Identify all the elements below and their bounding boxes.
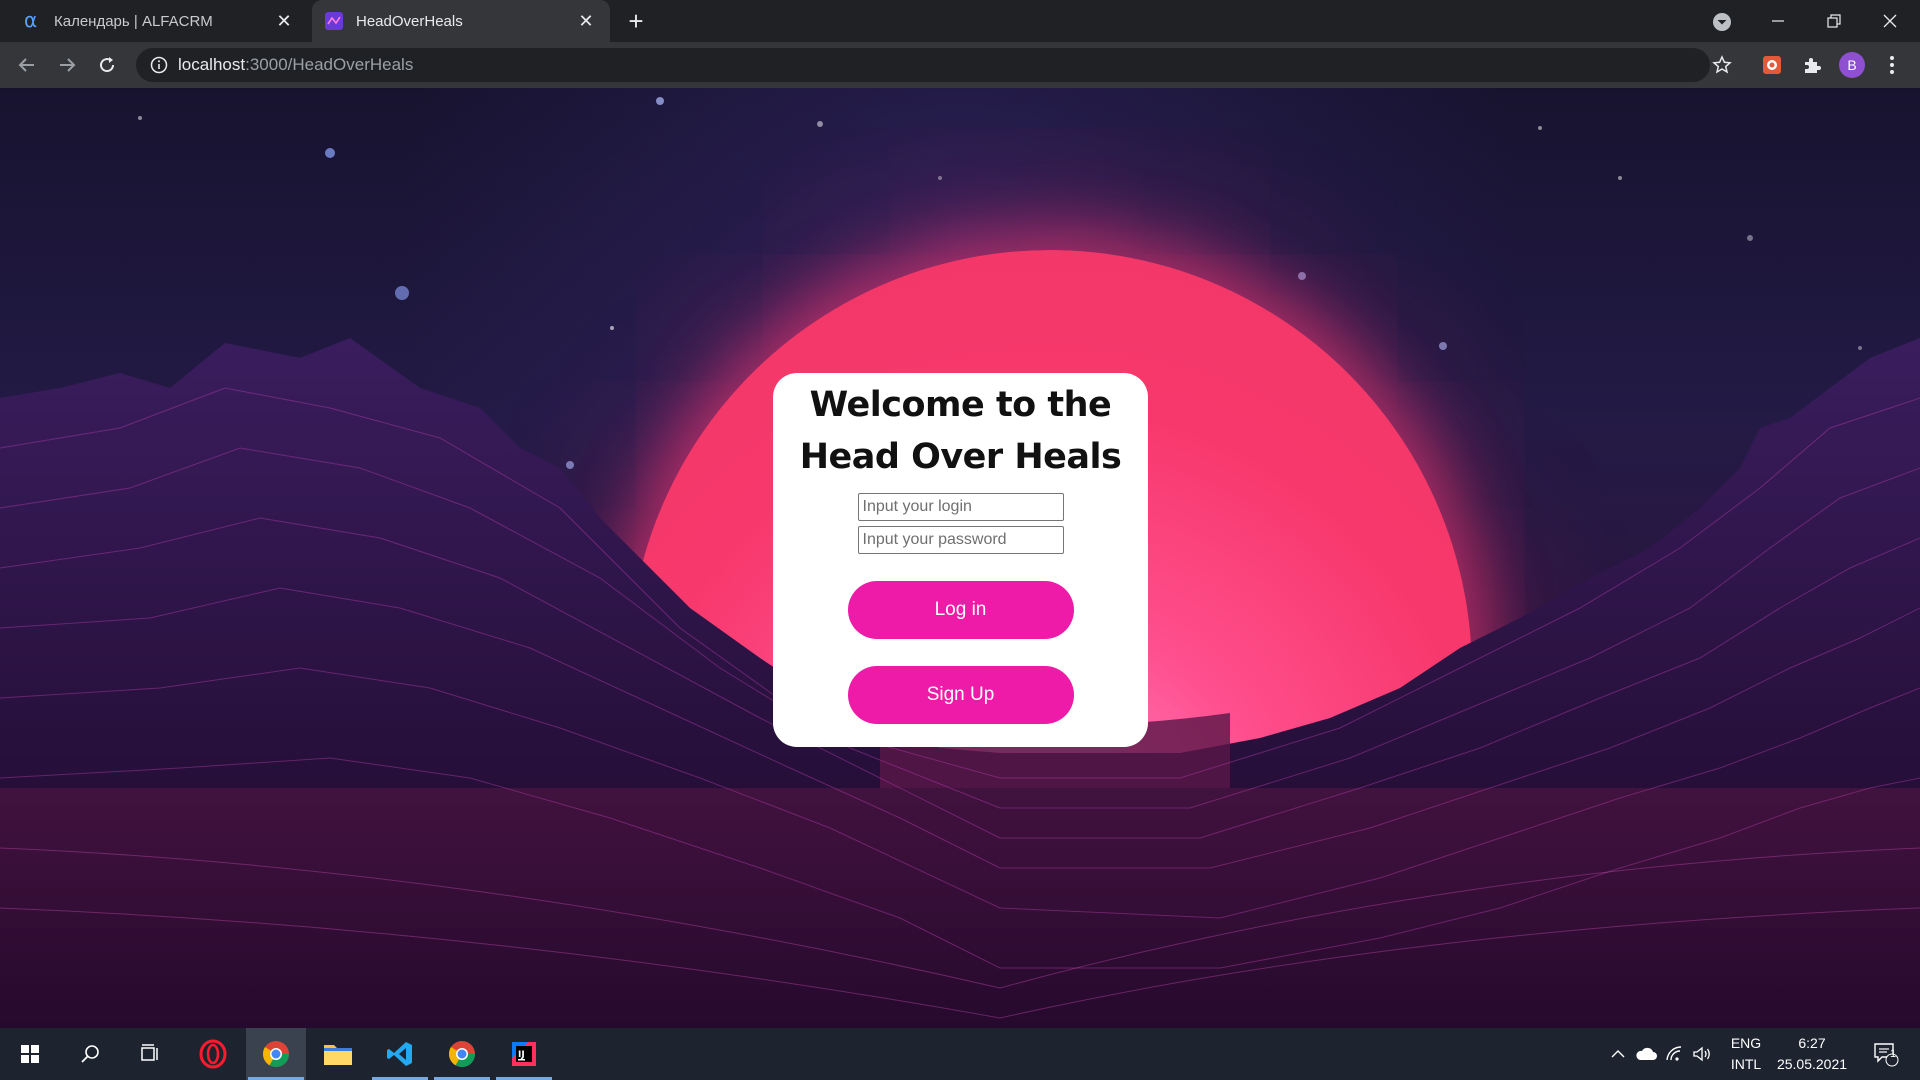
file-explorer-icon[interactable] [308,1028,368,1080]
restore-window-icon[interactable] [1806,0,1862,42]
input-language-indicator[interactable]: ENG INTL [1724,1028,1768,1080]
intellij-idea-icon[interactable]: IJ [494,1028,554,1080]
profile-initial: B [1839,52,1865,78]
url-host: localhost [178,55,246,74]
alfacrm-favicon-icon: α [22,11,42,31]
url-text: localhost:3000/HeadOverHeals [178,55,413,75]
profile-avatar[interactable]: B [1838,51,1866,79]
password-input[interactable] [857,526,1064,554]
notification-count-badge: 1 [1890,1048,1897,1060]
reload-icon[interactable] [93,51,121,79]
svg-text:α: α [24,11,37,31]
tab-headoverheals[interactable]: HeadOverHeals ✕ [312,0,610,42]
browser-toolbar: localhost:3000/HeadOverHeals B [0,42,1920,88]
bookmark-star-icon[interactable] [1708,51,1736,79]
address-bar[interactable]: localhost:3000/HeadOverHeals [136,48,1710,82]
system-clock[interactable]: 6:27 25.05.2021 [1772,1028,1852,1080]
back-arrow-icon[interactable] [13,51,41,79]
tab-search-icon[interactable] [1710,10,1734,34]
onedrive-cloud-icon[interactable] [1632,1028,1660,1080]
headoverheals-favicon-icon [324,11,344,31]
windows-start-icon[interactable] [0,1028,60,1080]
login-card: Welcome to the Head Over Heals Log in Si… [773,373,1148,747]
show-hidden-icons-chevron-icon[interactable] [1604,1028,1632,1080]
minimize-window-icon[interactable] [1750,0,1806,42]
search-icon[interactable] [60,1028,120,1080]
close-window-icon[interactable] [1862,0,1918,42]
welcome-heading: Welcome to the Head Over Heals [799,385,1122,477]
login-input[interactable] [857,493,1064,521]
task-view-icon[interactable] [120,1028,180,1080]
extensions-puzzle-icon[interactable] [1798,51,1826,79]
chrome-browser-icon[interactable] [246,1028,306,1080]
system-tray [1604,1028,1716,1080]
page-viewport: Welcome to the Head Over Heals Log in Si… [0,88,1920,1028]
wifi-icon[interactable] [1660,1028,1688,1080]
action-center-notifications-icon[interactable]: 1 [1864,1028,1908,1080]
chrome-browser-2-icon[interactable] [432,1028,492,1080]
url-path: :3000/HeadOverHeals [245,55,414,74]
clock-date: 25.05.2021 [1776,1056,1848,1072]
volume-speaker-icon[interactable] [1688,1028,1716,1080]
close-tab-icon[interactable]: ✕ [272,9,296,33]
extension-icon[interactable] [1758,51,1786,79]
language-code: ENG [1730,1035,1762,1051]
opera-browser-icon[interactable] [183,1028,243,1080]
browser-tab-strip: α Календарь | ALFACRM ✕ HeadOverHeals ✕ … [0,0,1920,42]
close-tab-icon[interactable]: ✕ [574,9,598,33]
clock-time: 6:27 [1798,1035,1826,1051]
tab-title: HeadOverHeals [356,12,463,30]
windows-taskbar: IJ ENG INTL 6:27 25.05.2021 1 [0,1028,1920,1080]
browser-menu-icon[interactable] [1878,51,1906,79]
new-tab-button[interactable]: + [622,8,650,36]
tab-alfacrm[interactable]: α Календарь | ALFACRM ✕ [0,0,308,42]
log-in-button[interactable]: Log in [847,581,1074,639]
forward-arrow-icon[interactable] [53,51,81,79]
sign-up-button[interactable]: Sign Up [847,666,1074,724]
site-info-icon[interactable] [150,56,168,74]
keyboard-layout: INTL [1730,1056,1762,1072]
tab-title: Календарь | ALFACRM [54,12,213,30]
svg-text:IJ: IJ [518,1050,525,1060]
vscode-icon[interactable] [370,1028,430,1080]
